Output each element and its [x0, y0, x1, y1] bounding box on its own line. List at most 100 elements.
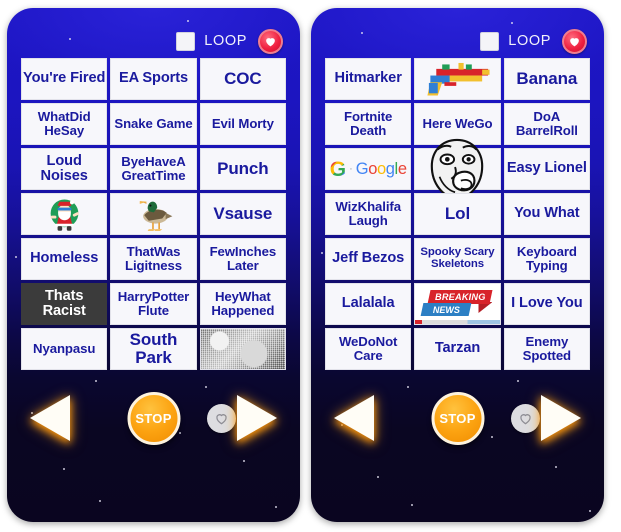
sound-button[interactable]: Thats Racist: [21, 283, 108, 325]
sound-button[interactable]: Enemy Spotted: [503, 328, 590, 370]
sound-button-label: Lol: [444, 203, 471, 223]
heart-outline-icon: [518, 411, 533, 426]
next-page-button[interactable]: [237, 395, 277, 441]
sound-button[interactable]: [414, 58, 501, 100]
sound-button[interactable]: Tarzan: [414, 328, 501, 370]
loop-checkbox[interactable]: [176, 31, 196, 51]
stop-label: STOP: [135, 410, 172, 426]
sound-button-label: ByeHaveA GreatTime: [121, 154, 186, 183]
sound-button[interactable]: WhatDid HeSay: [21, 103, 108, 145]
sound-button-label: Hitmarker: [334, 70, 402, 87]
stop-button[interactable]: STOP: [431, 391, 484, 445]
sound-button[interactable]: Nyanpasu: [21, 328, 108, 370]
arrow-right-icon: [541, 395, 581, 441]
sound-button-label: Snake Game: [114, 116, 193, 131]
breaking-news-image: BREAKING NEWS: [415, 284, 500, 324]
sound-button[interactable]: EA Sports: [110, 58, 197, 100]
stop-button[interactable]: STOP: [127, 391, 180, 445]
sound-button[interactable]: Keyboard Typing: [503, 238, 590, 280]
sound-button-label: Vsause: [213, 203, 273, 223]
loop-checkbox[interactable]: [480, 31, 500, 51]
prev-page-button[interactable]: [334, 395, 374, 441]
sound-button[interactable]: Punch: [199, 148, 286, 190]
static-noise-image: [200, 329, 285, 369]
loop-label: LOOP: [204, 33, 247, 49]
panel-header-left: LOOP: [7, 27, 300, 55]
sound-button[interactable]: DoA BarrelRoll: [503, 103, 590, 145]
sound-button[interactable]: You What: [503, 193, 590, 235]
sound-button-label: DoA BarrelRoll: [515, 109, 578, 138]
sound-button-label: EA Sports: [118, 70, 189, 87]
sound-button[interactable]: FewInches Later: [199, 238, 286, 280]
sound-button-label: Loud Noises: [40, 152, 88, 184]
heart-icon: [264, 35, 277, 48]
sound-button[interactable]: You're Fired: [21, 58, 108, 100]
loop-toggle-right[interactable]: LOOP: [480, 31, 551, 51]
favorite-toggle-button[interactable]: [207, 403, 236, 433]
sound-button[interactable]: Fortnite Death: [325, 103, 412, 145]
sound-button-label: I Love You: [511, 295, 583, 312]
prev-page-button[interactable]: [30, 395, 70, 441]
sound-button[interactable]: South Park: [110, 328, 197, 370]
sound-button[interactable]: G · Google: [325, 148, 412, 190]
sound-button[interactable]: ThatWas Ligitness: [110, 238, 197, 280]
loop-toggle-left[interactable]: LOOP: [176, 31, 247, 51]
heart-outline-icon: [214, 411, 229, 426]
sound-button[interactable]: HarryPotter Flute: [110, 283, 197, 325]
sound-button[interactable]: Lol: [414, 193, 501, 235]
sound-button[interactable]: BREAKING NEWS: [414, 283, 501, 325]
favorite-toggle-button[interactable]: [511, 403, 540, 433]
panel-left: LOOP You're Fired EA Sports COC WhatDid HeS…: [7, 8, 300, 522]
next-page-button[interactable]: [541, 395, 581, 441]
sound-button-label: Punch: [217, 158, 269, 178]
transport-controls-left: STOP: [7, 390, 300, 446]
sound-button-label: FewInches Later: [209, 244, 277, 273]
sound-button-label: HarryPotter Flute: [117, 289, 190, 318]
sound-button[interactable]: Homeless: [21, 238, 108, 280]
sound-button[interactable]: Lalalala: [325, 283, 412, 325]
sound-button-label: Thats Racist: [42, 287, 86, 319]
sound-button[interactable]: [199, 328, 286, 370]
sound-button[interactable]: Spooky Scary Skeletons: [414, 238, 501, 280]
sound-button[interactable]: [110, 193, 197, 235]
sound-button-label: Jeff Bezos: [332, 250, 405, 267]
sound-button[interactable]: [414, 138, 501, 200]
sound-button-label: Easy Lionel: [506, 160, 587, 177]
sound-button-label: ThatWas Ligitness: [124, 244, 182, 273]
sound-button[interactable]: WizKhalifa Laugh: [325, 193, 412, 235]
sound-button-label: Nyanpasu: [33, 341, 96, 356]
sound-button-label: COC: [224, 68, 262, 88]
sound-button[interactable]: WeDoNot Care: [325, 328, 412, 370]
sound-button[interactable]: [21, 193, 108, 235]
heart-icon: [568, 35, 581, 48]
sound-button[interactable]: ByeHaveA GreatTime: [110, 148, 197, 190]
sound-button-label: Here WeGo: [422, 116, 493, 131]
sound-button[interactable]: COC: [199, 58, 286, 100]
sound-button-label: South Park: [129, 329, 178, 367]
sound-button[interactable]: Vsause: [199, 193, 286, 235]
troll-face-image: [426, 138, 488, 200]
loop-label: LOOP: [508, 33, 551, 49]
sound-button-label: Lalalala: [341, 295, 395, 312]
sound-button[interactable]: Hitmarker: [325, 58, 412, 100]
sound-button[interactable]: Jeff Bezos: [325, 238, 412, 280]
sound-button-label: Keyboard Typing: [516, 244, 577, 273]
sound-button-label: WhatDid HeSay: [37, 109, 91, 138]
arrow-right-icon: [237, 395, 277, 441]
sound-button-label: Banana: [516, 68, 578, 88]
sound-button[interactable]: Evil Morty: [199, 103, 286, 145]
sound-button[interactable]: I Love You: [503, 283, 590, 325]
sound-button-label: WizKhalifa Laugh: [335, 199, 401, 228]
sound-button[interactable]: Banana: [503, 58, 590, 100]
sound-button-label: HeyWhat Happened: [211, 289, 275, 318]
lego-gun-image: [415, 59, 499, 99]
favorites-button[interactable]: [562, 28, 587, 54]
sound-button[interactable]: Easy Lionel: [503, 148, 590, 190]
sound-button[interactable]: Loud Noises: [21, 148, 108, 190]
arrow-left-icon: [30, 395, 70, 441]
sound-button[interactable]: HeyWhat Happened: [199, 283, 286, 325]
sound-button[interactable]: Snake Game: [110, 103, 197, 145]
sound-button-label: Spooky Scary Skeletons: [420, 246, 495, 270]
transport-controls-right: STOP: [311, 390, 604, 446]
favorites-button[interactable]: [258, 28, 283, 54]
